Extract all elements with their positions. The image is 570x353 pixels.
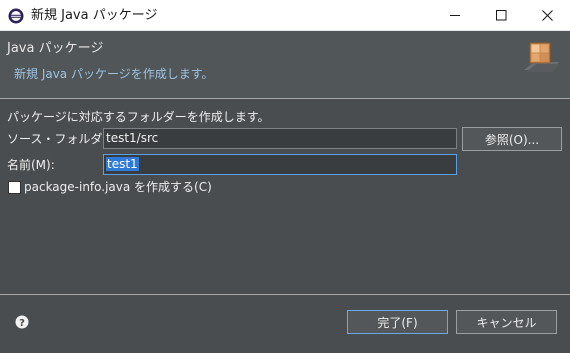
source-folder-input[interactable]: test1/src xyxy=(103,128,457,149)
source-folder-value: test1/src xyxy=(106,131,159,145)
window-title: 新規 Java パッケージ xyxy=(31,8,158,23)
footer-separator xyxy=(0,294,570,295)
name-label: 名前(M): xyxy=(7,158,55,172)
close-icon xyxy=(541,10,553,21)
svg-text:?: ? xyxy=(19,318,25,329)
description-text: パッケージに対応するフォルダーを作成します。 xyxy=(7,110,270,124)
create-package-info-checkbox[interactable] xyxy=(8,181,21,194)
help-icon[interactable]: ? xyxy=(15,314,29,329)
maximize-button[interactable] xyxy=(478,0,524,31)
browse-button[interactable]: 参照(O)... xyxy=(462,127,562,151)
minimize-icon xyxy=(449,15,460,16)
eclipse-icon xyxy=(8,8,24,24)
page-title: Java パッケージ xyxy=(7,41,104,56)
page-message: 新規 Java パッケージを作成します。 xyxy=(14,67,214,81)
maximize-icon xyxy=(495,10,506,21)
new-java-package-dialog: 新規 Java パッケージ Java パッケージ 新規 Java パッケージを作… xyxy=(0,0,570,353)
wizard-header: Java パッケージ 新規 Java パッケージを作成します。 xyxy=(0,31,570,98)
title-bar[interactable]: 新規 Java パッケージ xyxy=(0,0,570,31)
close-button[interactable] xyxy=(524,0,570,31)
cancel-button[interactable]: キャンセル xyxy=(456,310,557,334)
package-name-value: test1 xyxy=(106,157,139,171)
package-name-input[interactable]: test1 xyxy=(103,154,457,175)
minimize-button[interactable] xyxy=(432,0,478,31)
finish-button[interactable]: 完了(F) xyxy=(347,310,448,334)
create-package-info-label[interactable]: package-info.java を作成する(C) xyxy=(24,179,212,195)
new-package-wizard-banner-icon xyxy=(522,39,560,77)
header-separator xyxy=(0,98,570,99)
